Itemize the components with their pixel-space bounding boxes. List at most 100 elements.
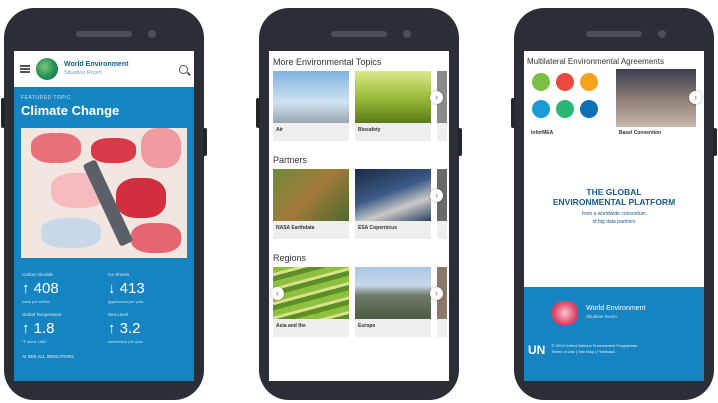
volume-button xyxy=(1,98,5,128)
partners-carousel: NASA Earthdata ESA Copernicus › xyxy=(269,169,449,239)
card-caption: Biosafety xyxy=(358,127,381,133)
map-region xyxy=(31,133,81,163)
carousel-next-arrow-icon[interactable]: › xyxy=(430,91,443,104)
carousel-next-arrow-icon[interactable]: › xyxy=(689,91,702,104)
footer-legal-text: © 2019 United Nations Environment Progra… xyxy=(551,343,637,355)
footer-brand[interactable]: World Environment Situation Room xyxy=(524,287,704,325)
footer-brand-line1: World Environment xyxy=(586,305,646,312)
global-platform-banner: THE GLOBAL ENVIRONMENTAL PLATFORM from a… xyxy=(524,187,704,226)
indicator-stats: Carbon Dioxide ↑ 408 parts per million I… xyxy=(14,258,194,344)
carousel-next-arrow-icon[interactable]: › xyxy=(430,287,443,300)
stat-ice-sheets[interactable]: Ice Sheets ↓ 413 gigatonnes per year xyxy=(108,272,186,304)
card-caption: Asia and the xyxy=(276,323,306,329)
logo-line2: Situation Room xyxy=(64,70,102,76)
logo-line1: World Environment xyxy=(64,61,129,68)
partner-card-esa[interactable]: ESA Copernicus xyxy=(355,169,431,239)
agreements-carousel: InforMEA Basel Convention › xyxy=(524,69,704,139)
platform-heading-line2: ENVIRONMENTAL PLATFORM xyxy=(552,197,676,207)
section-title-agreements: Multilateral Environmental Agreements xyxy=(527,57,664,66)
carousel-next-arrow-icon[interactable]: › xyxy=(430,189,443,202)
stat-label: Carbon Dioxide xyxy=(22,272,54,277)
carousel-prev-arrow-icon[interactable]: ‹ xyxy=(271,287,284,300)
front-camera xyxy=(658,30,666,38)
featured-hero: FEATURED TOPIC Climate Change xyxy=(14,87,194,122)
phone-mockup-3: Multilateral Environmental Agreements In… xyxy=(511,8,717,400)
region-card-partial[interactable] xyxy=(437,267,447,337)
section-title-topics: More Environmental Topics xyxy=(273,57,382,67)
agreement-card-basel[interactable]: Basel Convention xyxy=(616,69,696,139)
front-camera xyxy=(403,30,411,38)
stat-unit: °F since 1880 xyxy=(22,339,47,344)
card-caption: InforMEA xyxy=(531,130,554,136)
menu-icon[interactable] xyxy=(20,65,30,73)
informea-dot xyxy=(556,100,574,118)
phone2-screen: More Environmental Topics Air Biosafety … xyxy=(269,51,449,381)
climate-map[interactable] xyxy=(21,128,187,258)
site-logo-text[interactable]: World Environment Situation Room xyxy=(64,61,173,77)
stat-label: Sea Level xyxy=(108,312,129,317)
phone3-screen: Multilateral Environmental Agreements In… xyxy=(524,51,704,381)
card-caption: ESA Copernicus xyxy=(358,225,397,231)
see-all-indicators-link[interactable]: AI SEE ALL INDICATORS xyxy=(14,344,194,369)
air-image xyxy=(273,71,349,123)
region-card-asia[interactable]: Asia and the xyxy=(273,267,349,337)
stat-global-temperature[interactable]: Global Temperature ↑ 1.8 °F since 1880 xyxy=(22,312,100,344)
map-region xyxy=(91,138,136,163)
europe-image xyxy=(355,267,431,319)
stat-value: ↑ 3.2 xyxy=(108,320,141,337)
speaker-grille xyxy=(76,31,132,37)
platform-heading-line1: THE GLOBAL xyxy=(586,187,642,197)
footer-legal-bar: UN © 2019 United Nations Environment Pro… xyxy=(524,325,704,357)
footer-links[interactable]: Terms of Use | Site Map | Feedback xyxy=(551,349,637,355)
section-title-regions: Regions xyxy=(273,253,307,263)
stat-label: Global Temperature xyxy=(22,312,62,317)
informea-logo xyxy=(528,69,608,127)
informea-dot xyxy=(580,100,598,118)
card-caption: Air xyxy=(276,127,283,133)
search-icon[interactable] xyxy=(179,64,188,74)
app-header: World Environment Situation Room xyxy=(14,51,194,87)
footer-brand-line2: Situation Room xyxy=(586,314,617,319)
footer-brand-text: World Environment Situation Room xyxy=(586,305,645,321)
informea-dot xyxy=(532,73,550,91)
stat-unit: parts per million xyxy=(22,299,51,304)
globe-logo-icon[interactable] xyxy=(36,58,58,80)
informea-dot xyxy=(556,73,574,91)
agreement-card-informea[interactable]: InforMEA xyxy=(528,69,608,139)
speaker-grille xyxy=(331,31,387,37)
informea-dot xyxy=(532,100,550,118)
site-footer: World Environment Situation Room UN © 20… xyxy=(524,287,704,381)
map-region xyxy=(116,178,166,218)
partner-card-nasa[interactable]: NASA Earthdata xyxy=(273,169,349,239)
speaker-grille xyxy=(586,31,642,37)
power-button xyxy=(458,128,462,156)
informea-dot xyxy=(580,73,598,91)
stat-unit: millimeters per year xyxy=(108,339,143,344)
map-region xyxy=(41,218,101,248)
nasa-image xyxy=(273,169,349,221)
stat-sea-level[interactable]: Sea Level ↑ 3.2 millimeters per year xyxy=(108,312,186,344)
topic-card-air[interactable]: Air xyxy=(273,71,349,141)
platform-subtext-line2: of big data partners xyxy=(592,219,636,225)
stat-value: ↑ 1.8 xyxy=(22,320,55,337)
topic-card-partial[interactable] xyxy=(437,71,447,141)
featured-kicker: FEATURED TOPIC xyxy=(21,95,72,101)
stat-carbon-dioxide[interactable]: Carbon Dioxide ↑ 408 parts per million xyxy=(22,272,100,304)
map-region xyxy=(131,223,181,253)
card-caption: NASA Earthdata xyxy=(276,225,315,231)
phone1-screen: World Environment Situation Room FEATURE… xyxy=(14,51,194,381)
wesr-logo-icon xyxy=(552,301,578,325)
topics-carousel: Air Biosafety › xyxy=(269,71,449,141)
stat-label: Ice Sheets xyxy=(108,272,130,277)
biosafety-image xyxy=(355,71,431,123)
card-caption: Europe xyxy=(358,323,376,329)
esa-image xyxy=(355,169,431,221)
un-logo[interactable]: UN xyxy=(528,343,545,357)
asia-image xyxy=(273,267,349,319)
region-card-europe[interactable]: Europe xyxy=(355,267,431,337)
phone-mockup-2: More Environmental Topics Air Biosafety … xyxy=(256,8,462,400)
power-button xyxy=(203,128,207,156)
topic-card-biosafety[interactable]: Biosafety xyxy=(355,71,431,141)
partner-card-partial[interactable] xyxy=(437,169,447,239)
featured-title[interactable]: Climate Change xyxy=(21,103,187,118)
